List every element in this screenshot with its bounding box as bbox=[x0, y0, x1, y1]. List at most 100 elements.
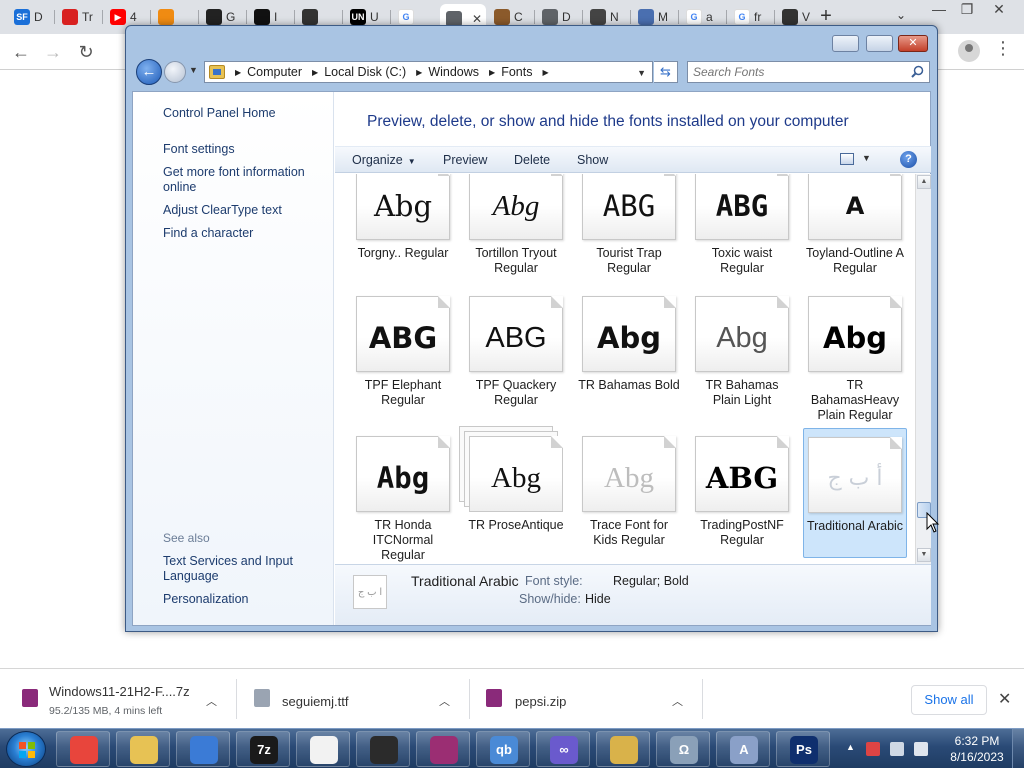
browser-restore-icon[interactable]: ❐ bbox=[950, 0, 984, 20]
taskbar-app-button[interactable]: ∞ bbox=[536, 731, 590, 767]
profile-avatar-icon[interactable] bbox=[958, 40, 980, 62]
start-button[interactable] bbox=[6, 731, 46, 767]
tab-search-chevron-icon[interactable]: ⌄ bbox=[896, 8, 906, 22]
text-services-link[interactable]: Text Services and Input Language bbox=[163, 554, 303, 584]
tray-volume-muted-icon[interactable] bbox=[914, 742, 928, 756]
tab-separator bbox=[774, 10, 775, 24]
show-button[interactable]: Show bbox=[577, 153, 608, 167]
taskbar-app-button[interactable] bbox=[176, 731, 230, 767]
font-item[interactable]: Abg TR Honda ITCNormal Regular bbox=[351, 436, 455, 563]
breadcrumb-arrow-icon[interactable]: ▶ bbox=[416, 68, 422, 77]
font-item[interactable]: Abg Trace Font for Kids Regular bbox=[577, 436, 681, 548]
delete-button[interactable]: Delete bbox=[514, 153, 550, 167]
font-file-icon: ABG bbox=[695, 436, 789, 512]
vertical-scrollbar[interactable]: ▲ ▼ bbox=[915, 174, 931, 564]
breadcrumb-arrow-icon[interactable]: ▶ bbox=[235, 68, 241, 77]
chevron-up-icon[interactable]: ︿ bbox=[672, 693, 683, 709]
control-panel-home-link[interactable]: Control Panel Home bbox=[163, 106, 276, 121]
close-tab-icon[interactable]: ✕ bbox=[472, 12, 482, 26]
close-download-shelf-icon[interactable]: ✕ bbox=[998, 689, 1011, 709]
show-hidden-icons-arrow-icon[interactable]: ▲ bbox=[846, 742, 855, 752]
search-fonts-box[interactable] bbox=[687, 61, 930, 83]
download-item[interactable]: seguiemj.ttf ︿ bbox=[237, 669, 469, 729]
scroll-up-arrow-icon[interactable]: ▲ bbox=[917, 175, 931, 189]
breadcrumb-windows[interactable]: Windows bbox=[428, 65, 479, 79]
forward-arrow-icon[interactable]: → bbox=[41, 40, 65, 64]
browser-tab[interactable]: Tr bbox=[56, 4, 102, 30]
breadcrumb-arrow-icon[interactable]: ▶ bbox=[542, 68, 548, 77]
recent-pages-chevron-icon[interactable]: ▼ bbox=[189, 65, 198, 75]
taskbar-app-button[interactable] bbox=[596, 731, 650, 767]
reload-icon[interactable]: ↻ bbox=[74, 40, 98, 64]
more-font-info-link[interactable]: Get more font information online bbox=[163, 165, 313, 195]
personalization-link[interactable]: Personalization bbox=[163, 592, 248, 607]
browser-menu-icon[interactable]: ⋮ bbox=[994, 38, 1012, 59]
refresh-icon[interactable]: ⇆ bbox=[654, 61, 678, 83]
tray-network-icon[interactable] bbox=[890, 742, 904, 756]
search-icon[interactable] bbox=[911, 65, 924, 78]
search-input[interactable] bbox=[693, 63, 903, 81]
chevron-up-icon[interactable]: ︿ bbox=[439, 693, 450, 709]
adjust-cleartype-link[interactable]: Adjust ClearType text bbox=[163, 203, 282, 218]
font-item[interactable]: Abg TR Bahamas Plain Light bbox=[690, 296, 794, 408]
taskbar-app-button[interactable] bbox=[56, 731, 110, 767]
organize-button[interactable]: Organize ▼ bbox=[352, 153, 416, 167]
font-sample: أ ب ج bbox=[827, 466, 883, 491]
museum-favicon-icon bbox=[782, 9, 798, 25]
font-item[interactable]: Abg Tortillon Tryout Regular bbox=[464, 174, 568, 276]
breadcrumb-arrow-icon[interactable]: ▶ bbox=[489, 68, 495, 77]
scroll-down-arrow-icon[interactable]: ▼ bbox=[917, 548, 931, 562]
show-desktop-button[interactable] bbox=[1012, 729, 1024, 768]
window-maximize-button[interactable] bbox=[866, 35, 893, 52]
taskbar-app-button[interactable]: A bbox=[716, 731, 770, 767]
taskbar-app-button[interactable] bbox=[356, 731, 410, 767]
breadcrumb-arrow-icon[interactable]: ▶ bbox=[312, 68, 318, 77]
taskbar-app-button[interactable] bbox=[416, 731, 470, 767]
font-item[interactable]: ABG Toxic waist Regular bbox=[690, 174, 794, 276]
clock-time[interactable]: 6:32 PM bbox=[952, 734, 1002, 748]
taskbar-app-button[interactable]: 7z bbox=[236, 731, 290, 767]
view-options-chevron-icon[interactable]: ▼ bbox=[862, 153, 871, 163]
address-dropdown-icon[interactable]: ▼ bbox=[637, 68, 646, 78]
explorer-forward-button[interactable] bbox=[164, 61, 186, 83]
taskbar-app-button[interactable]: qb bbox=[476, 731, 530, 767]
font-item[interactable]: Abg TR BahamasHeavy Plain Regular bbox=[803, 296, 907, 423]
font-item[interactable]: ABG TPF Quackery Regular bbox=[464, 296, 568, 408]
window-close-button[interactable]: ✕ bbox=[898, 35, 928, 52]
breadcrumb-fonts[interactable]: Fonts bbox=[501, 65, 532, 79]
font-name: Toxic waist Regular bbox=[711, 246, 773, 275]
taskbar-app-button[interactable] bbox=[116, 731, 170, 767]
tray-alert-icon[interactable] bbox=[866, 742, 880, 756]
font-item[interactable]: Abg TR ProseAntique bbox=[464, 436, 568, 533]
font-item[interactable]: A Toyland-Outline A Regular bbox=[803, 174, 907, 276]
taskbar-app-button[interactable] bbox=[296, 731, 350, 767]
font-item[interactable]: Abg Torgny.. Regular bbox=[351, 174, 455, 261]
taskbar-app-button[interactable]: Ps bbox=[776, 731, 830, 767]
show-all-downloads-button[interactable]: Show all bbox=[911, 685, 987, 715]
font-item[interactable]: أ ب ج Traditional Arabic bbox=[803, 428, 907, 558]
window-minimize-button[interactable] bbox=[832, 35, 859, 52]
browser-tab[interactable]: SF D bbox=[8, 4, 54, 30]
explorer-back-button[interactable]: ← bbox=[136, 59, 162, 85]
download-item[interactable]: pepsi.zip ︿ bbox=[470, 669, 702, 729]
address-bar[interactable]: ▶ Computer ▶ Local Disk (C:) ▶ Windows ▶… bbox=[204, 61, 653, 83]
preview-button[interactable]: Preview bbox=[443, 153, 487, 167]
breadcrumb-computer[interactable]: Computer bbox=[247, 65, 302, 79]
font-item[interactable]: ABG Tourist Trap Regular bbox=[577, 174, 681, 276]
help-icon[interactable]: ? bbox=[900, 151, 917, 168]
download-item[interactable]: Windows11-21H2-F....7z 95.2/135 MB, 4 mi… bbox=[0, 669, 236, 729]
find-character-link[interactable]: Find a character bbox=[163, 226, 253, 241]
change-view-icon[interactable] bbox=[840, 153, 854, 165]
taskbar-app-button[interactable]: Ω bbox=[656, 731, 710, 767]
font-name: TPF Elephant Regular bbox=[364, 378, 442, 407]
download-filename: seguiemj.ttf bbox=[282, 694, 349, 709]
clock-date[interactable]: 8/16/2023 bbox=[945, 750, 1009, 764]
breadcrumb-local-disk[interactable]: Local Disk (C:) bbox=[324, 65, 406, 79]
browser-close-icon[interactable]: ✕ bbox=[982, 0, 1016, 20]
font-item[interactable]: ABG TradingPostNF Regular bbox=[690, 436, 794, 548]
font-settings-link[interactable]: Font settings bbox=[163, 142, 235, 157]
font-item[interactable]: ABG TPF Elephant Regular bbox=[351, 296, 455, 408]
back-arrow-icon[interactable]: ← bbox=[9, 40, 33, 64]
font-item[interactable]: Abg TR Bahamas Bold bbox=[577, 296, 681, 393]
chevron-up-icon[interactable]: ︿ bbox=[206, 693, 217, 709]
